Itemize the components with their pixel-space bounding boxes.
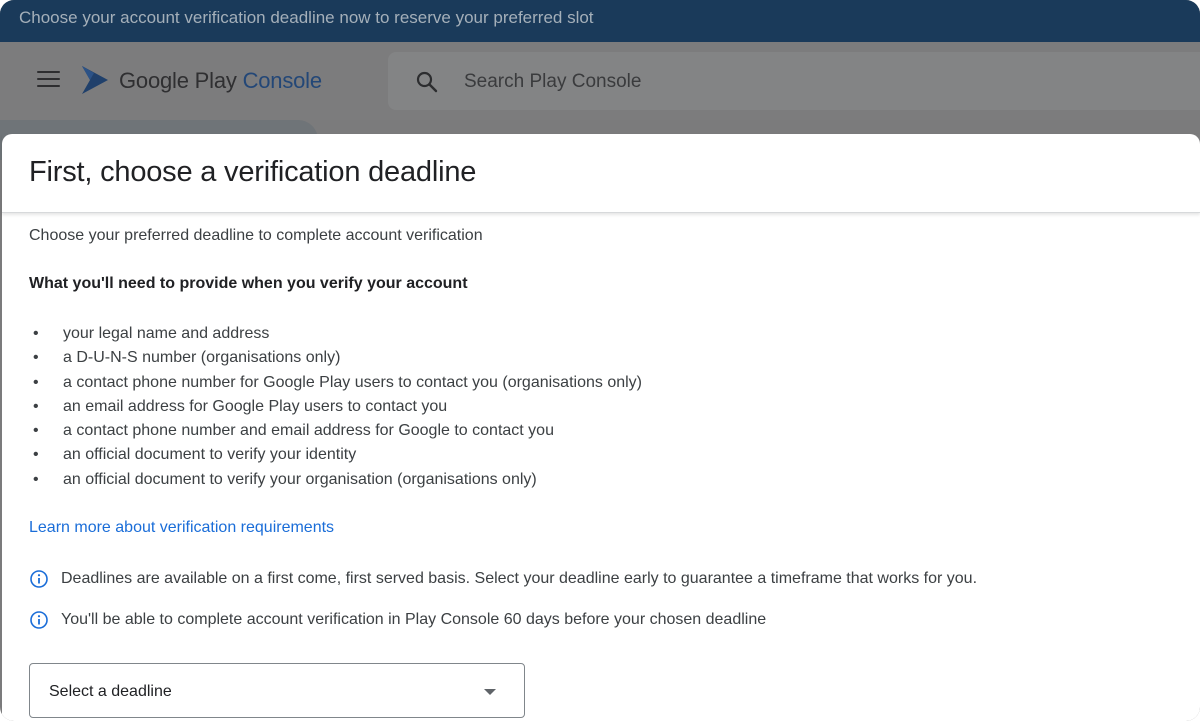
requirements-list: your legal name and address a D-U-N-S nu… bbox=[29, 322, 642, 492]
brand-name[interactable]: Google Play Console bbox=[119, 68, 322, 94]
app-window: Choose your account verification deadlin… bbox=[0, 0, 1200, 721]
brand-main: Google Play bbox=[119, 68, 237, 93]
search-input[interactable] bbox=[462, 52, 1066, 112]
dialog-title: First, choose a verification deadline bbox=[29, 156, 477, 188]
console-header: Google Play Console bbox=[0, 42, 1200, 120]
list-item: a contact phone number and email address… bbox=[29, 419, 642, 444]
note-text: Deadlines are available on a first come,… bbox=[61, 570, 978, 587]
promo-banner[interactable]: Choose your account verification deadlin… bbox=[0, 0, 1200, 42]
list-item: an official document to verify your orga… bbox=[29, 468, 642, 493]
dialog-intro: Choose your preferred deadline to comple… bbox=[29, 227, 483, 244]
deadline-note: Deadlines are available on a first come,… bbox=[29, 568, 977, 590]
deadline-select[interactable]: Select a deadline bbox=[29, 663, 525, 718]
menu-icon[interactable] bbox=[37, 71, 60, 89]
list-item: a D-U-N-S number (organisations only) bbox=[29, 346, 642, 371]
info-icon bbox=[30, 570, 48, 588]
verification-window-note: You'll be able to complete account verif… bbox=[29, 609, 766, 631]
play-console-logo-icon bbox=[82, 66, 108, 94]
dropdown-caret-icon bbox=[484, 689, 496, 695]
learn-more-link[interactable]: Learn more about verification requiremen… bbox=[29, 519, 334, 537]
banner-text: Choose your account verification deadlin… bbox=[19, 8, 594, 27]
requirements-heading: What you'll need to provide when you ver… bbox=[29, 275, 468, 292]
search-icon[interactable] bbox=[415, 70, 439, 94]
dialog-header: First, choose a verification deadline bbox=[2, 134, 1200, 213]
list-item: an official document to verify your iden… bbox=[29, 443, 642, 468]
info-icon bbox=[30, 611, 48, 629]
brand-accent: Console bbox=[242, 68, 323, 93]
list-item: an email address for Google Play users t… bbox=[29, 395, 642, 420]
note-text: You'll be able to complete account verif… bbox=[61, 611, 767, 628]
search-box[interactable] bbox=[388, 52, 1200, 112]
list-item: your legal name and address bbox=[29, 322, 642, 347]
list-item: a contact phone number for Google Play u… bbox=[29, 371, 642, 396]
verification-dialog: First, choose a verification deadline Ch… bbox=[2, 134, 1200, 721]
select-label: Select a deadline bbox=[49, 683, 172, 700]
